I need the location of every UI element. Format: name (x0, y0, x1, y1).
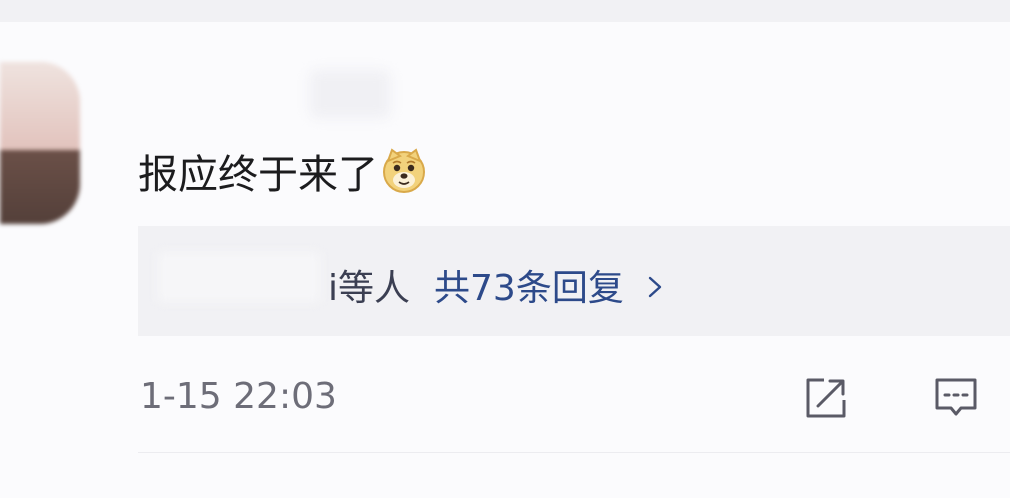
avatar-top (0, 62, 80, 150)
avatar[interactable] (0, 62, 80, 224)
doge-icon (380, 147, 428, 195)
top-separator (0, 0, 1010, 22)
comment-icon[interactable] (932, 374, 980, 422)
reply-count[interactable]: 共73条回复 (434, 259, 624, 311)
comment-body: 报应终于来了 (138, 142, 428, 200)
replies-summary[interactable]: i等人 共73条回复 (328, 259, 664, 311)
comment-timestamp: 1-15 22:03 (140, 376, 337, 417)
username-redacted (310, 70, 390, 118)
chevron-right-icon (646, 270, 664, 300)
share-forward-icon[interactable] (802, 374, 850, 422)
reply-names-redacted (158, 252, 320, 302)
reply-names: i等人 (328, 268, 411, 309)
avatar-bottom (0, 150, 80, 224)
replies-preview[interactable]: i等人 共73条回复 (138, 226, 1010, 336)
bottom-divider (138, 452, 1010, 453)
comment-card: 报应终于来了 i等人 共73条回复 1-15 22:03 (0, 0, 1010, 498)
comment-text: 报应终于来了 (138, 152, 378, 198)
